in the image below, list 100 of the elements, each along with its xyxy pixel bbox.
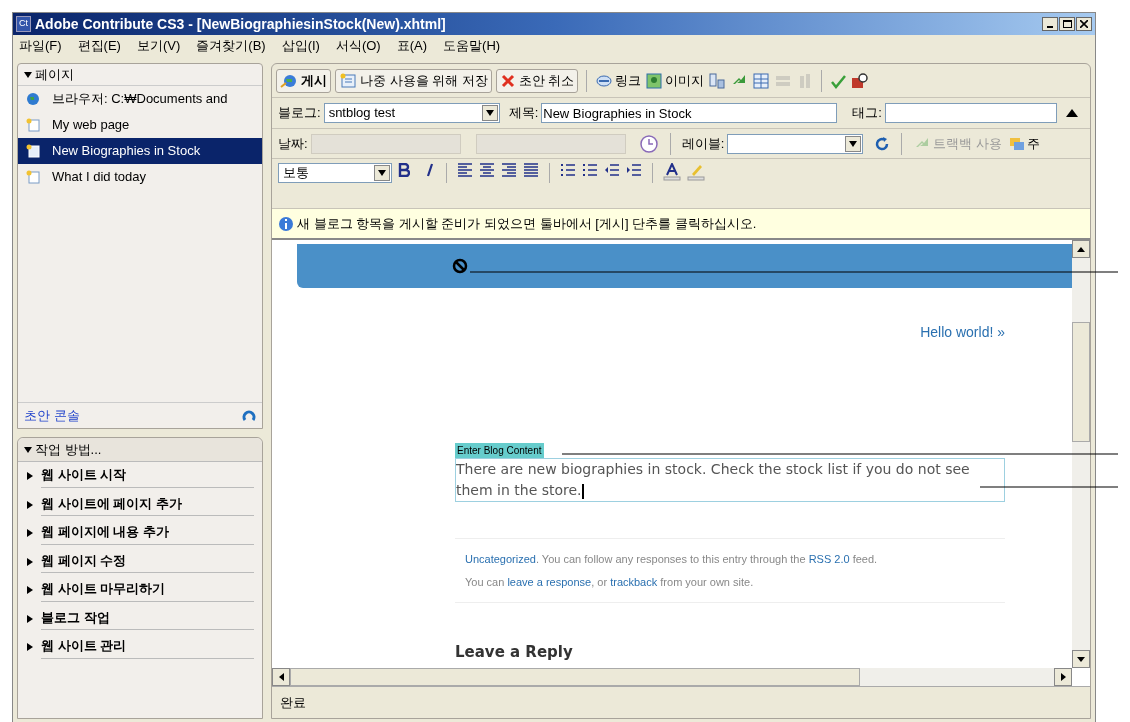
panel-header[interactable]: 페이지 <box>18 64 262 86</box>
publish-button[interactable]: 게시 <box>276 68 331 93</box>
save-for-later-button[interactable]: 나중 사용을 위해 저장 <box>335 68 492 93</box>
menu-item[interactable]: 서식(O) <box>335 36 381 56</box>
scroll-up-icon[interactable] <box>1065 109 1078 117</box>
scroll-left-icon[interactable] <box>278 673 284 681</box>
panel-title: 페이지 <box>35 65 74 84</box>
indent-icon[interactable] <box>626 163 642 177</box>
paragraph-style-dropdown[interactable]: 보통 <box>278 163 392 183</box>
field-label: 날짜: <box>278 134 308 153</box>
meta-link[interactable]: Uncategorized <box>465 553 536 565</box>
menu-item[interactable]: 편집(E) <box>77 36 121 56</box>
clock-icon[interactable] <box>638 133 659 154</box>
horizontal-scrollbar[interactable] <box>272 668 1072 686</box>
close-icon <box>1080 20 1088 28</box>
expand-arrow-icon <box>26 472 34 481</box>
save-page-icon <box>339 72 357 89</box>
howto-item[interactable]: 웹 사이트 관리 <box>18 633 262 662</box>
post-meta-text: Uncategorized. You can follow any responses to this entry through the RSS 2.0 feed. <box>465 552 879 567</box>
expand-arrow-icon <box>26 643 34 652</box>
window-title: Adobe Contribute CS3 - [NewBiographiesinStock(New).xhtml] <box>35 14 447 34</box>
cancel-draft-button[interactable]: 초안 취소 <box>495 68 579 93</box>
info-message: 새 블로그 항목을 게시할 준비가 되었으면 툴바에서 [게시] 단추를 클릭하십시오. <box>297 214 757 233</box>
draft-page-icon <box>26 144 40 158</box>
howto-item[interactable]: 웹 사이트 마무리하기 <box>18 576 262 605</box>
align-center-icon[interactable] <box>479 163 495 177</box>
align-left-icon[interactable] <box>457 163 473 177</box>
comments-button[interactable]: 주 <box>1008 133 1040 154</box>
close-button[interactable] <box>1076 17 1092 31</box>
scroll-down-icon[interactable] <box>1077 656 1085 662</box>
app-badge: Ct <box>16 16 31 32</box>
image-icon[interactable] <box>645 71 664 90</box>
blog-content-field[interactable]: There are new biographies in stock. Check the stock list if you do not see them in the store. <box>455 458 1005 502</box>
refresh-icon[interactable] <box>874 135 891 152</box>
title-field[interactable]: New Biographies in Stock <box>541 103 838 123</box>
howto-item[interactable]: 웹 사이트 시작 <box>18 462 262 491</box>
no-entry-icon <box>452 258 468 274</box>
field-label: 레이블: <box>681 134 725 153</box>
page-item[interactable]: New Biographies in Stock <box>18 138 262 164</box>
menu-item[interactable]: 도움말(H) <box>443 36 501 56</box>
howto-item[interactable]: 웹 페이지 수정 <box>18 547 262 576</box>
howto-item[interactable]: 블로그 작업 <box>18 604 262 633</box>
expand-arrow-icon <box>26 557 34 566</box>
next-post-link[interactable]: Hello world! » <box>920 322 1005 343</box>
menu-item[interactable]: 파일(F) <box>19 36 62 56</box>
new-page-icon <box>26 118 40 132</box>
minimize-button[interactable] <box>1042 17 1058 31</box>
preview-icon[interactable] <box>851 71 870 90</box>
collapse-arrow-icon <box>24 445 32 454</box>
menu-item[interactable]: 삽입(I) <box>281 36 320 56</box>
page-item[interactable]: What I did today <box>18 164 262 190</box>
status-text: 완료 <box>280 693 306 712</box>
toolbar-label[interactable]: 이미지 <box>665 70 705 91</box>
expand-arrow-icon <box>26 586 34 595</box>
blog-dropdown[interactable]: sntblog test <box>323 103 500 123</box>
menu-item[interactable]: 즐겨찾기(B) <box>196 36 266 56</box>
page-item[interactable]: My web page <box>18 112 262 138</box>
menu-item[interactable]: 표(A) <box>396 36 428 56</box>
dropdown-arrow-icon <box>378 169 386 177</box>
new-page-icon <box>26 170 40 184</box>
refresh-icon[interactable] <box>242 408 256 423</box>
meta-link[interactable]: trackback <box>610 575 658 588</box>
cancel-icon <box>499 72 516 89</box>
globe-icon <box>26 92 40 106</box>
expand-arrow-icon <box>26 529 34 538</box>
info-icon <box>278 215 294 232</box>
globe-icon <box>280 72 298 89</box>
howto-item[interactable]: 웹 페이지에 내용 추가 <box>18 519 262 548</box>
page-item[interactable]: 브라우저: C:₩Documents and <box>18 86 262 112</box>
bold-icon[interactable] <box>398 163 410 177</box>
align-right-icon[interactable] <box>501 163 517 177</box>
menu-item[interactable]: 보기(V) <box>136 36 181 56</box>
label-dropdown[interactable] <box>727 133 864 154</box>
bulleted-list-icon[interactable] <box>582 163 598 177</box>
dropdown-arrow-icon <box>849 139 858 148</box>
justify-icon[interactable] <box>523 163 539 177</box>
reply-heading: Leave a Reply <box>455 643 573 661</box>
panel-header[interactable]: 작업 방법... <box>18 438 262 462</box>
field-label: 블로그: <box>278 104 321 123</box>
numbered-list-icon[interactable] <box>560 163 576 177</box>
layout-icon[interactable] <box>708 71 727 90</box>
field-label: 태그: <box>852 104 882 123</box>
panel-title: 작업 방법... <box>35 440 102 459</box>
draft-console-link[interactable]: 초안 콘솔 <box>24 405 80 426</box>
vertical-scrollbar[interactable] <box>1072 240 1090 668</box>
outdent-icon[interactable] <box>604 163 620 177</box>
maximize-button[interactable] <box>1059 17 1075 31</box>
comments-icon <box>1008 135 1025 152</box>
scroll-right-icon[interactable] <box>1060 673 1066 681</box>
scroll-up-icon[interactable] <box>1077 246 1085 252</box>
toolbar-label[interactable]: 링크 <box>615 70 642 91</box>
italic-icon[interactable] <box>424 163 436 177</box>
howto-item[interactable]: 웹 사이트에 페이지 추가 <box>18 490 262 519</box>
dropdown-arrow-icon <box>485 109 494 117</box>
meta-link[interactable]: leave a response <box>507 575 592 588</box>
table-icon[interactable] <box>752 71 771 90</box>
font-color-icon[interactable] <box>663 163 681 181</box>
meta-link[interactable]: RSS 2.0 <box>808 553 850 565</box>
expand-arrow-icon <box>26 614 34 623</box>
tag-field[interactable] <box>884 103 1057 123</box>
